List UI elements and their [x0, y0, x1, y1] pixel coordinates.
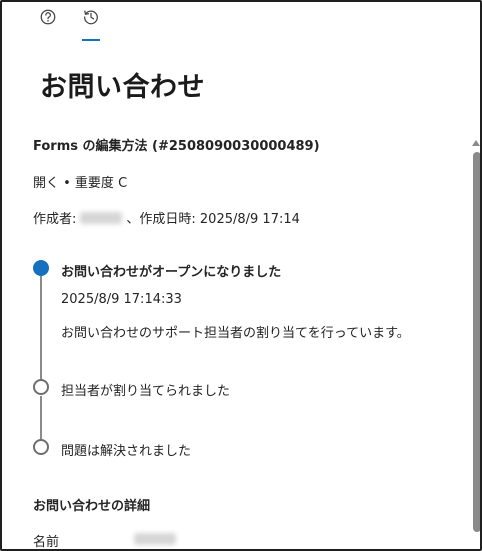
- created-by-label: 作成者:: [33, 212, 77, 227]
- timeline-connector: [40, 276, 42, 379]
- timeline-step-title: お問い合わせがオープンになりました: [61, 265, 282, 280]
- timeline-dot-pending: [33, 379, 49, 395]
- ticket-status: 開く • 重要度 C: [33, 176, 128, 191]
- details-heading: お問い合わせの詳細: [33, 499, 151, 514]
- history-icon: [84, 10, 98, 25]
- tab-bar: [2, 2, 480, 42]
- help-icon: [40, 9, 56, 25]
- timeline-dot-pending: [33, 439, 49, 455]
- created-at-label: 、作成日時: 2025/8/9 17:14: [126, 212, 300, 227]
- timeline-step-time: 2025/8/9 17:14:33: [61, 292, 182, 307]
- redacted-author: [80, 211, 123, 224]
- ticket-subject: Forms の編集方法 (#2508090030000489): [33, 139, 320, 154]
- timeline-step-title: 担当者が割り当てられました: [61, 384, 231, 399]
- timeline-step-description: お問い合わせのサポート担当者の割り当てを行っています。: [61, 326, 410, 341]
- scroll-up-arrow[interactable]: [472, 140, 480, 146]
- name-label: 名前: [33, 535, 60, 550]
- redacted-name: [134, 533, 176, 545]
- tab-history[interactable]: [78, 8, 104, 38]
- timeline-connector: [40, 396, 42, 439]
- ticket-created-info: 作成者: 、作成日時: 2025/8/9 17:14: [33, 208, 300, 227]
- page-title: お問い合わせ: [40, 72, 205, 103]
- tab-selected-indicator: [82, 39, 100, 41]
- timeline-dot-complete: [33, 260, 49, 276]
- scrollbar-thumb[interactable]: [473, 152, 480, 532]
- app-frame: お問い合わせ Forms の編集方法 (#2508090030000489) 開…: [0, 0, 482, 551]
- tab-help[interactable]: [35, 8, 61, 38]
- timeline-step-title: 問題は解決されました: [61, 444, 192, 459]
